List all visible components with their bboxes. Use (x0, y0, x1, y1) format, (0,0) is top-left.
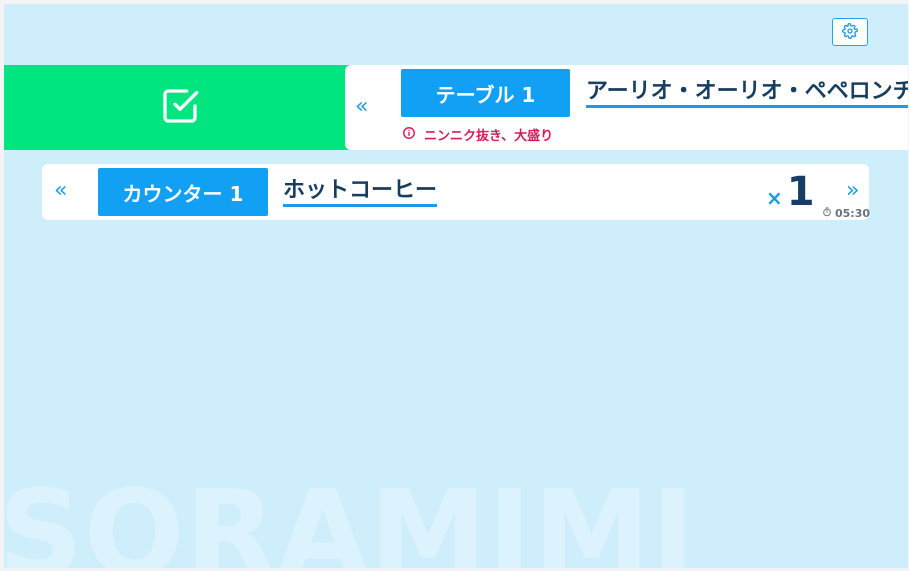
elapsed-time-text: 05:30 (835, 207, 871, 220)
elapsed-time: 05:30 (822, 207, 870, 220)
brand-watermark: SORAMIMI (4, 464, 697, 568)
app-screen: SORAMIMI « テーブル 1 アーリオ・オーリオ・ペペロンチーノ (4, 4, 908, 568)
order-quantity: × 1 (766, 172, 815, 212)
settings-button[interactable] (832, 18, 868, 46)
quantity-prefix: × (766, 186, 783, 210)
double-chevron-left-icon[interactable]: « (54, 180, 67, 202)
checkbox-check-icon (160, 86, 200, 130)
double-chevron-left-icon[interactable]: « (355, 96, 368, 118)
order-note: ニンニク抜き、大盛り (402, 125, 553, 144)
info-icon (402, 126, 416, 144)
quantity-value: 1 (786, 169, 815, 215)
order-ticket[interactable]: « テーブル 1 アーリオ・オーリオ・ペペロンチーノ ニンニク抜き、大盛り (345, 65, 908, 150)
order-item-name[interactable]: アーリオ・オーリオ・ペペロンチーノ (586, 81, 908, 108)
order-ticket[interactable]: « カウンター 1 ホットコーヒー × 1 » 05:30 (42, 164, 870, 220)
stopwatch-icon (822, 207, 832, 220)
order-note-text: ニンニク抜き、大盛り (424, 129, 554, 144)
gear-icon (842, 22, 858, 42)
order-item-name[interactable]: ホットコーヒー (283, 180, 438, 207)
table-badge[interactable]: テーブル 1 (401, 69, 570, 117)
complete-swipe-action[interactable] (4, 65, 356, 150)
double-chevron-right-icon[interactable]: » (846, 180, 859, 202)
table-badge[interactable]: カウンター 1 (98, 168, 268, 216)
